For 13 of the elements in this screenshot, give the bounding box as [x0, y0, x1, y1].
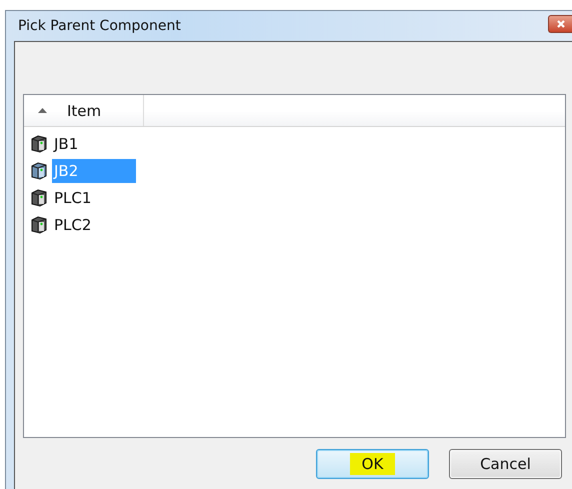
list-item[interactable]: PLC1: [52, 186, 136, 210]
dialog-button[interactable]: OK: [316, 449, 429, 479]
list-item[interactable]: JB1: [52, 132, 136, 156]
column-title: Item: [67, 102, 102, 120]
dialog-button[interactable]: Cancel: [449, 449, 562, 479]
close-icon: [556, 19, 566, 29]
close-button[interactable]: [548, 15, 572, 33]
list-item[interactable]: PLC2: [52, 212, 136, 236]
component-icon: [30, 188, 48, 206]
component-icon: [30, 162, 48, 180]
component-icon: [30, 134, 48, 152]
component-icon: [30, 216, 48, 234]
window-title: Pick Parent Component: [18, 18, 181, 34]
